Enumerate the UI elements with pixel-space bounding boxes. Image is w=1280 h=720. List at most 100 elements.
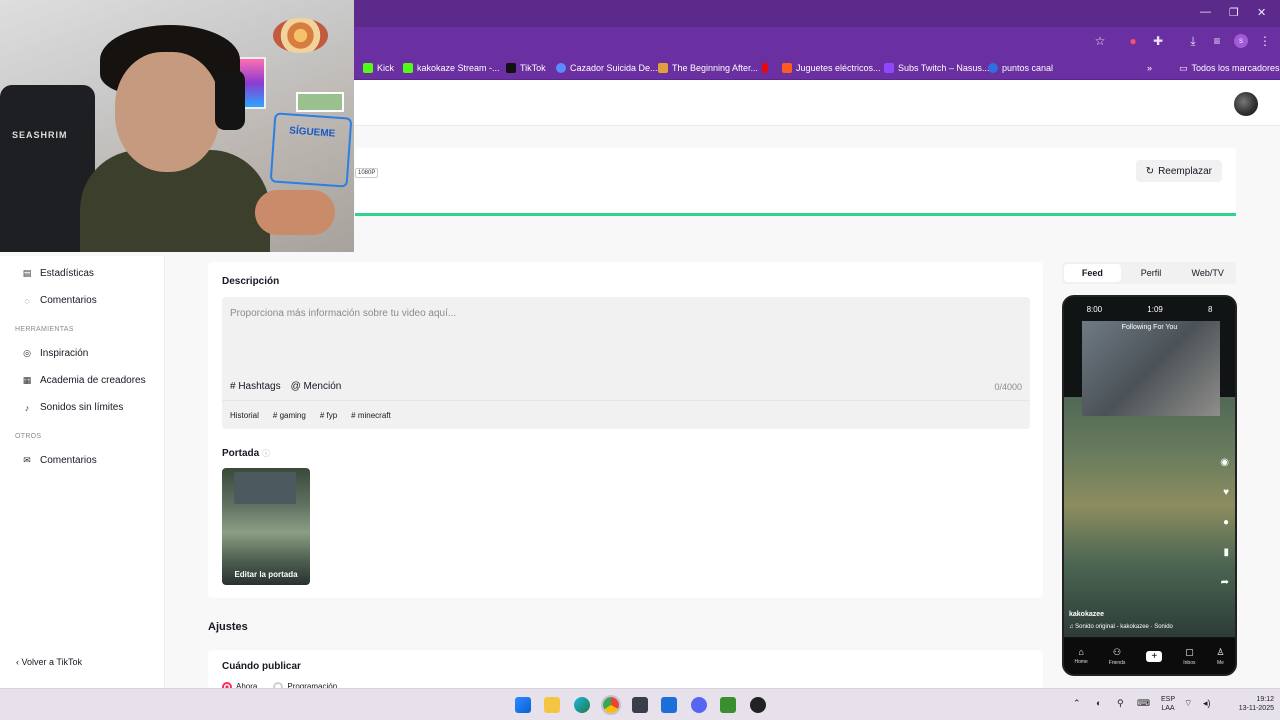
nav-me: ♙ Me bbox=[1216, 647, 1224, 666]
info-icon[interactable]: ⓘ bbox=[262, 449, 270, 458]
sidebar-item-academia[interactable]: ▦ Academia de creadores bbox=[22, 375, 146, 386]
tab-feed[interactable]: Feed bbox=[1064, 264, 1121, 282]
comment-icon: ◌ bbox=[24, 295, 30, 306]
tray-icon[interactable]: ◐ bbox=[1096, 699, 1101, 708]
sidebar-item-inspiracion[interactable]: ◎ Inspiración bbox=[22, 348, 88, 359]
app-icon[interactable] bbox=[632, 697, 648, 713]
profile-icon[interactable]: s bbox=[1234, 34, 1248, 48]
close-icon[interactable]: ✕ bbox=[1257, 6, 1266, 19]
nav-label: Friends bbox=[1108, 659, 1126, 666]
star-icon[interactable]: ☆ bbox=[1093, 34, 1107, 48]
sidebar-item-estadisticas[interactable]: ▤ Estadísticas bbox=[22, 268, 94, 279]
home-icon: ⌂ bbox=[1078, 647, 1084, 657]
bookmark-label: TikTok bbox=[520, 63, 546, 73]
chrome-icon[interactable] bbox=[601, 695, 621, 715]
edge-icon[interactable] bbox=[574, 697, 590, 713]
replace-button[interactable]: ↻ Reemplazar bbox=[1135, 160, 1222, 182]
sidebar-item-comentarios-otros[interactable]: ✉ Comentarios bbox=[22, 455, 96, 466]
bookmark[interactable]: Cazador Suicida De... bbox=[556, 61, 658, 75]
lang-label: ESP bbox=[1160, 696, 1175, 703]
clock[interactable]: 19:12 13-11-2025 bbox=[1228, 695, 1274, 713]
status-left: 8:00 bbox=[1086, 305, 1103, 314]
cover-webcam-image bbox=[234, 472, 296, 504]
mention-button[interactable]: @ Mención bbox=[291, 381, 342, 392]
bookmark[interactable]: Juguetes eléctricos... bbox=[782, 61, 881, 75]
sidebar-item-label: Academia de creadores bbox=[40, 375, 146, 386]
media-icon[interactable]: ≡ bbox=[1210, 34, 1224, 48]
friends-icon: ⚇ bbox=[1113, 646, 1122, 657]
tag-historial[interactable]: Historial bbox=[230, 411, 259, 420]
extension-red-icon[interactable]: ● bbox=[1126, 34, 1140, 48]
minimize-icon[interactable]: — bbox=[1200, 6, 1211, 18]
bookmark[interactable] bbox=[762, 61, 768, 75]
tag-gaming[interactable]: # gaming bbox=[273, 411, 306, 420]
nav-label: Home bbox=[1074, 659, 1088, 665]
extensions-icon[interactable]: ✚ bbox=[1151, 34, 1165, 48]
bookmark[interactable]: puntos canal bbox=[988, 61, 1053, 75]
back-to-tiktok-link[interactable]: ‹ Volver a TikTok bbox=[16, 657, 82, 667]
avatar[interactable] bbox=[1234, 92, 1258, 116]
bookmark[interactable]: The Beginning After... bbox=[658, 61, 758, 75]
minecraft-icon[interactable] bbox=[720, 697, 736, 713]
person-hands bbox=[255, 190, 335, 235]
hashtags-button[interactable]: # Hashtags bbox=[230, 381, 281, 392]
tag-fyp[interactable]: # fyp bbox=[320, 411, 337, 420]
comment-icon: ● bbox=[1222, 517, 1229, 528]
sidebar-item-label: Inspiración bbox=[40, 348, 89, 359]
discord-icon[interactable] bbox=[691, 697, 707, 713]
wifi-icon[interactable]: ⌔ bbox=[1184, 699, 1192, 708]
sidebar-item-sonidos[interactable]: ♪ Sonidos sin límites bbox=[22, 402, 124, 413]
cover-label-text: Portada bbox=[222, 448, 260, 459]
file-explorer-icon[interactable] bbox=[544, 697, 560, 713]
all-bookmarks[interactable]: ▭ Todos los marcadores bbox=[1179, 61, 1280, 75]
bookmark[interactable]: kakokaze Stream -... bbox=[403, 61, 500, 75]
clock-date: 13-11-2025 bbox=[1238, 705, 1274, 712]
tag-minecraft[interactable]: # minecraft bbox=[351, 411, 391, 420]
description-label: Descripción bbox=[222, 276, 280, 287]
chevron-up-icon[interactable]: ⌃ bbox=[1073, 699, 1081, 708]
phone-feed-tabs: Following For You bbox=[1121, 324, 1178, 331]
bookmark[interactable]: Subs Twitch – Nasus... bbox=[884, 61, 989, 75]
phone-preview: 8:00 1:09 8 Following For You ◉ ♥ ● ▮ ➦ … bbox=[1062, 295, 1237, 676]
windows-start-icon[interactable] bbox=[515, 697, 531, 713]
upload-card: 1080P ↻ Reemplazar bbox=[355, 148, 1236, 216]
mic-icon[interactable]: ⚲ bbox=[1117, 699, 1124, 708]
sidebar-item-comentarios[interactable]: ◌ Comentarios bbox=[22, 295, 96, 306]
headset bbox=[215, 70, 245, 130]
bookmark[interactable]: TikTok bbox=[506, 61, 546, 75]
heart-icon: ♥ bbox=[1223, 487, 1229, 498]
folder-icon: ▭ bbox=[1179, 62, 1188, 73]
mail-icon: ✉ bbox=[23, 455, 31, 465]
bookmark-label: kakokaze Stream -... bbox=[417, 63, 500, 73]
preview-sound: ♫ Sonido original - kakokazee · Sonido bbox=[1069, 624, 1173, 630]
description-input[interactable]: Proporciona más información sobre tu vid… bbox=[222, 297, 1030, 429]
refresh-icon: ↻ bbox=[1145, 165, 1155, 177]
bookmark[interactable]: Kick bbox=[363, 61, 394, 75]
resolution-badge: 1080P bbox=[355, 168, 379, 178]
language-indicator[interactable]: ESP LAA bbox=[1160, 695, 1176, 713]
keyboard-icon[interactable]: ⌨ bbox=[1137, 699, 1150, 708]
edit-cover-button[interactable]: Editar la portada bbox=[222, 570, 310, 579]
bookmark-label: Subs Twitch – Nasus... bbox=[898, 63, 990, 73]
obs-icon[interactable] bbox=[750, 697, 766, 713]
wall-banknote bbox=[296, 92, 344, 112]
volume-icon[interactable]: ◂) bbox=[1203, 699, 1211, 708]
academy-icon: ▦ bbox=[22, 375, 32, 385]
bookmark-label: Juguetes eléctricos... bbox=[796, 63, 881, 73]
site-icon bbox=[658, 63, 668, 73]
tab-perfil[interactable]: Perfil bbox=[1123, 262, 1180, 284]
tiktok-icon bbox=[506, 63, 516, 73]
twitch-icon bbox=[884, 63, 894, 73]
maximize-icon[interactable]: ❐ bbox=[1229, 6, 1239, 19]
cover-label: Portada ⓘ bbox=[222, 448, 270, 459]
sidebar-item-label: Sonidos sin límites bbox=[40, 402, 124, 413]
download-icon[interactable]: ⤓ bbox=[1186, 34, 1200, 48]
lang-label-2: LAA bbox=[1161, 705, 1175, 712]
bookmark-label: Kick bbox=[377, 63, 395, 73]
bookmarks-overflow[interactable]: » bbox=[1147, 61, 1152, 75]
cover-thumbnail[interactable]: Editar la portada bbox=[222, 468, 310, 585]
sidebar: ▤ Estadísticas ◌ Comentarios HERRAMIENTAS … bbox=[0, 256, 165, 688]
tab-web-tv[interactable]: Web/TV bbox=[1179, 262, 1236, 284]
store-icon[interactable] bbox=[661, 697, 677, 713]
menu-icon[interactable]: ⋮ bbox=[1258, 34, 1272, 48]
